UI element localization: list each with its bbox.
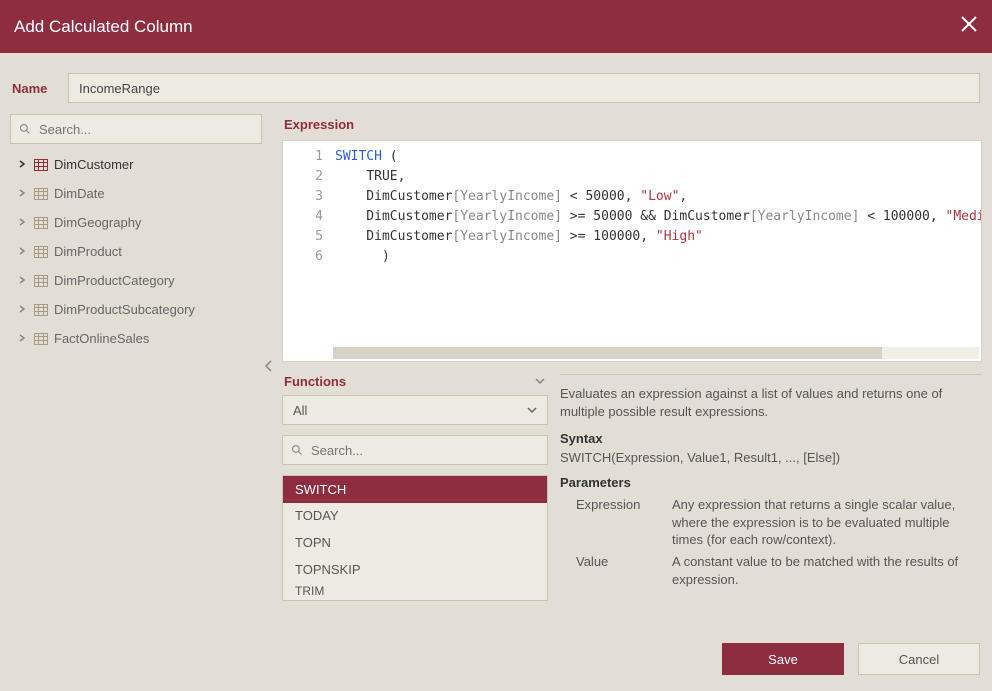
chevron-right-icon <box>18 304 28 316</box>
chevron-right-icon <box>18 246 28 258</box>
tree-item[interactable]: DimCustomer <box>4 150 268 179</box>
parameter-row: ValueA constant value to be matched with… <box>560 551 978 590</box>
tree-item[interactable]: DimDate <box>4 179 268 208</box>
table-icon <box>34 246 48 258</box>
tree-item-label: DimDate <box>54 186 105 201</box>
table-icon <box>34 275 48 287</box>
tree-item[interactable]: FactOnlineSales <box>4 324 268 353</box>
table-icon <box>34 304 48 316</box>
chevron-down-icon <box>527 406 537 414</box>
table-icon <box>34 159 48 171</box>
footer: Save Cancel <box>0 635 992 683</box>
tree-item-label: DimProductCategory <box>54 273 175 288</box>
editor-gutter: 123456 <box>283 141 333 361</box>
tree-item[interactable]: DimProductSubcategory <box>4 295 268 324</box>
table-icon <box>34 188 48 200</box>
function-list-item[interactable]: SWITCH <box>283 476 547 503</box>
editor-h-scrollbar[interactable] <box>333 347 979 359</box>
editor-code[interactable]: SWITCH ( TRUE, DimCustomer[YearlyIncome]… <box>335 147 981 267</box>
parameter-name: Expression <box>560 494 672 551</box>
functions-label: Functions <box>284 374 346 389</box>
functions-collapse-button[interactable] <box>534 374 546 389</box>
function-list-item[interactable]: TOPN <box>283 529 547 556</box>
parameters-heading: Parameters <box>560 475 978 490</box>
function-description: Evaluates an expression against a list o… <box>560 385 978 421</box>
parameter-row: ExpressionAny expression that returns a … <box>560 494 978 551</box>
function-list-item[interactable]: TODAY <box>283 503 547 530</box>
syntax-heading: Syntax <box>560 431 978 446</box>
functions-search-input[interactable] <box>309 442 539 459</box>
sidebar: DimCustomer DimDate DimGeography DimProduct… <box>0 111 272 635</box>
cancel-button[interactable]: Cancel <box>858 643 980 675</box>
tree-item-label: DimProduct <box>54 244 122 259</box>
function-syntax: SWITCH(Expression, Value1, Result1, ...,… <box>560 450 978 465</box>
search-icon <box>291 444 303 456</box>
chevron-right-icon <box>18 159 28 171</box>
name-input[interactable] <box>68 73 980 103</box>
function-list-item[interactable]: TOPNSKIP <box>283 556 547 583</box>
functions-search[interactable] <box>282 435 548 465</box>
name-label: Name <box>12 81 58 96</box>
parameter-name: Value <box>560 551 672 590</box>
parameters-table: ExpressionAny expression that returns a … <box>560 494 978 590</box>
titlebar: Add Calculated Column <box>0 0 992 53</box>
tree-item-label: DimProductSubcategory <box>54 302 195 317</box>
dialog-title: Add Calculated Column <box>14 17 193 37</box>
collapse-sidebar-button[interactable] <box>264 359 274 376</box>
tree-item-label: DimCustomer <box>54 157 133 172</box>
tree-item-label: FactOnlineSales <box>54 331 149 346</box>
tree-item[interactable]: DimProductCategory <box>4 266 268 295</box>
sidebar-search[interactable] <box>10 114 262 144</box>
search-icon <box>19 123 31 135</box>
table-icon <box>34 333 48 345</box>
tree-item-label: DimGeography <box>54 215 141 230</box>
chevron-right-icon <box>18 217 28 229</box>
function-list-item[interactable]: TRIM <box>283 582 547 600</box>
functions-filter-value: All <box>293 403 307 418</box>
function-help-panel: Evaluates an expression against a list o… <box>560 374 982 635</box>
chevron-right-icon <box>18 333 28 345</box>
table-icon <box>34 217 48 229</box>
close-icon[interactable] <box>960 15 978 39</box>
parameter-desc: Any expression that returns a single sca… <box>672 494 978 551</box>
expression-label: Expression <box>284 117 982 132</box>
sidebar-search-input[interactable] <box>37 121 253 138</box>
table-tree: DimCustomer DimDate DimGeography DimProduct… <box>0 150 272 353</box>
parameter-desc: A constant value to be matched with the … <box>672 551 978 590</box>
chevron-right-icon <box>18 275 28 287</box>
expression-editor[interactable]: 123456 SWITCH ( TRUE, DimCustomer[Yearly… <box>282 140 982 362</box>
functions-filter-select[interactable]: All <box>282 395 548 425</box>
tree-item[interactable]: DimGeography <box>4 208 268 237</box>
save-button[interactable]: Save <box>722 643 844 675</box>
functions-list: SWITCHTODAYTOPNTOPNSKIPTRIM <box>282 475 548 601</box>
name-row: Name <box>0 53 992 111</box>
tree-item[interactable]: DimProduct <box>4 237 268 266</box>
chevron-right-icon <box>18 188 28 200</box>
